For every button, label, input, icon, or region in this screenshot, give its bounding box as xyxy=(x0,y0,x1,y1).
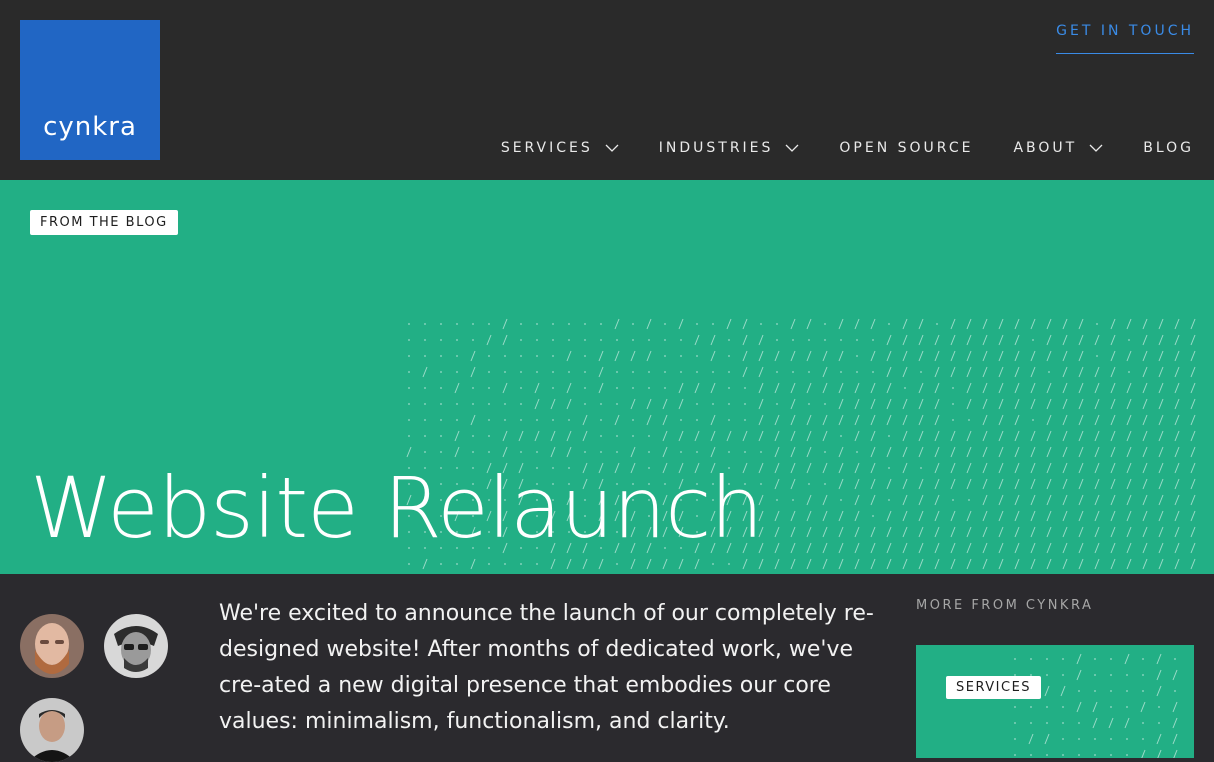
more-from-heading: MORE FROM CYNKRA xyxy=(916,598,1094,613)
author-photo-2 xyxy=(104,614,168,678)
logo-wordmark: cynkra xyxy=(43,112,137,142)
slash-dot-pattern xyxy=(1012,653,1178,758)
avatar[interactable] xyxy=(20,614,84,678)
chevron-down-icon xyxy=(785,144,799,152)
nav-item-services[interactable]: SERVICES xyxy=(501,140,619,156)
page-title: Website Relaunch xyxy=(30,459,764,557)
related-post-card[interactable]: SERVICES xyxy=(916,645,1194,758)
main-nav: SERVICES INDUSTRIES OPEN SOURCE ABOUT BL… xyxy=(501,140,1194,156)
nav-item-label: BLOG xyxy=(1143,140,1194,156)
nav-item-label: ABOUT xyxy=(1013,140,1078,156)
chevron-down-icon xyxy=(1089,144,1103,152)
author-photo-1 xyxy=(20,614,84,678)
avatar[interactable] xyxy=(20,698,84,762)
nav-item-label: OPEN SOURCE xyxy=(839,140,974,156)
nav-item-open-source[interactable]: OPEN SOURCE xyxy=(839,140,973,156)
hero-banner: FROM THE BLOG Website Relaunch xyxy=(0,180,1214,574)
nav-item-label: SERVICES xyxy=(500,140,593,156)
article-lead: We're excited to announce the launch of … xyxy=(219,601,874,734)
author-photo-3 xyxy=(20,698,84,762)
category-badge[interactable]: SERVICES xyxy=(946,676,1042,699)
chevron-down-icon xyxy=(605,144,619,152)
nav-item-label: INDUSTRIES xyxy=(658,140,774,156)
site-header: cynkra GET IN TOUCH SERVICES INDUSTRIES … xyxy=(0,0,1214,180)
get-in-touch-link[interactable]: GET IN TOUCH xyxy=(1056,23,1194,54)
nav-item-blog[interactable]: BLOG xyxy=(1143,140,1194,156)
cynkra-logo[interactable]: cynkra xyxy=(20,20,160,160)
avatar[interactable] xyxy=(104,614,168,678)
category-badge[interactable]: FROM THE BLOG xyxy=(30,210,178,235)
nav-item-about[interactable]: ABOUT xyxy=(1013,140,1103,156)
nav-item-industries[interactable]: INDUSTRIES xyxy=(659,140,800,156)
